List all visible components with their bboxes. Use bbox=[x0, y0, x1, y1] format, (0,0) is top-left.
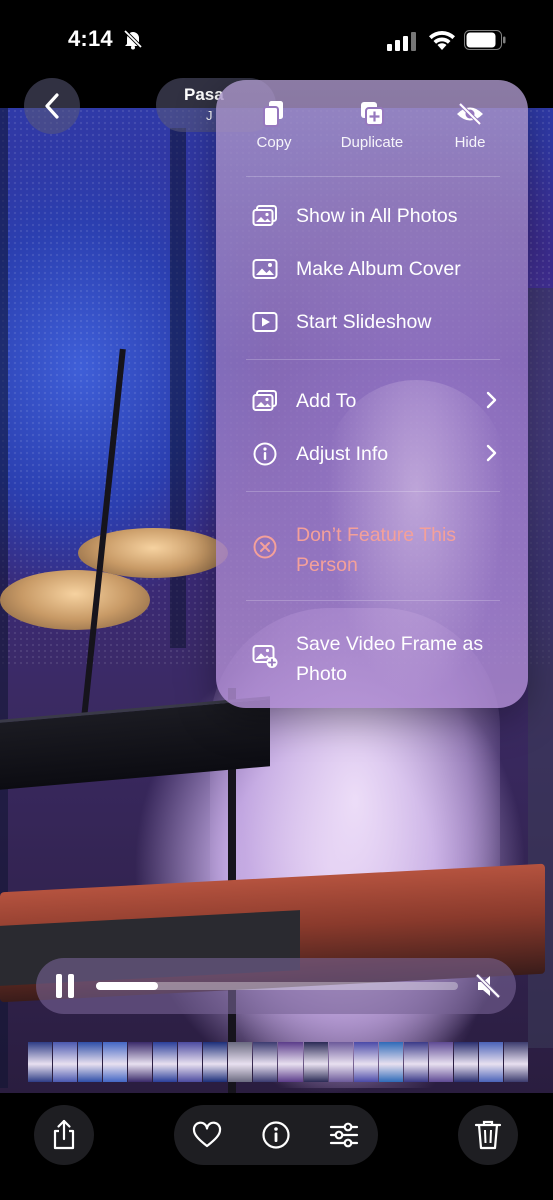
x-circle-icon bbox=[253, 535, 277, 559]
back-button[interactable] bbox=[24, 78, 80, 134]
copy-button[interactable]: Copy bbox=[229, 100, 319, 152]
info-circle-icon bbox=[253, 442, 277, 466]
menu-divider bbox=[246, 600, 500, 601]
photo-icon bbox=[252, 259, 278, 279]
menu-divider bbox=[246, 176, 500, 177]
playback-progress-track[interactable] bbox=[96, 982, 458, 990]
duplicate-label: Duplicate bbox=[340, 134, 404, 151]
filmstrip-frame bbox=[78, 1042, 103, 1082]
menu-divider bbox=[246, 491, 500, 492]
menu-item-dont-feature-person[interactable]: Don’t Feature This Person bbox=[216, 516, 528, 580]
copy-icon bbox=[263, 101, 283, 127]
menu-item-label: Add To bbox=[296, 390, 357, 412]
info-button[interactable] bbox=[260, 1119, 292, 1151]
copy-label: Copy bbox=[256, 134, 292, 151]
menu-item-show-in-all-photos[interactable]: Show in All Photos bbox=[216, 193, 528, 237]
filmstrip-frame bbox=[428, 1042, 453, 1082]
filmstrip-frame bbox=[203, 1042, 228, 1082]
chevron-right-icon bbox=[486, 391, 497, 409]
filmstrip-frame bbox=[153, 1042, 178, 1082]
chevron-left-icon bbox=[45, 93, 59, 119]
delete-button[interactable] bbox=[458, 1105, 518, 1165]
status-bar: 4:14 bbox=[0, 0, 553, 80]
menu-item-label: Save Video Frame as Photo bbox=[296, 633, 484, 685]
hide-icon bbox=[457, 102, 483, 126]
info-circle-icon bbox=[262, 1121, 290, 1149]
share-icon bbox=[53, 1119, 75, 1150]
menu-item-make-album-cover[interactable]: Make Album Cover bbox=[216, 246, 528, 290]
photo-add-icon bbox=[252, 645, 278, 668]
filmstrip-frame bbox=[503, 1042, 528, 1082]
playback-progress-fill bbox=[96, 982, 158, 990]
filmstrip-frame bbox=[378, 1042, 403, 1082]
trash-icon bbox=[474, 1120, 502, 1150]
filmstrip-frame bbox=[278, 1042, 303, 1082]
chevron-right-icon bbox=[486, 444, 497, 462]
cellular-signal-icon bbox=[387, 32, 416, 51]
duplicate-button[interactable]: Duplicate bbox=[327, 100, 417, 152]
filmstrip-frame bbox=[328, 1042, 353, 1082]
bell-off-icon bbox=[123, 29, 143, 50]
filmstrip-frame bbox=[253, 1042, 278, 1082]
photos-stack-icon bbox=[252, 390, 277, 411]
filmstrip-frame bbox=[228, 1042, 253, 1082]
menu-divider bbox=[246, 359, 500, 360]
quick-actions-row: Copy Duplicate Hide bbox=[216, 80, 528, 175]
menu-item-label: Show in All Photos bbox=[296, 205, 458, 227]
play-rectangle-icon bbox=[252, 312, 278, 332]
menu-item-start-slideshow[interactable]: Start Slideshow bbox=[216, 299, 528, 343]
cymbal bbox=[0, 570, 150, 630]
filmstrip-frame bbox=[103, 1042, 128, 1082]
pause-bar bbox=[56, 974, 62, 998]
menu-item-adjust-info[interactable]: Adjust Info bbox=[216, 431, 528, 475]
duplicate-icon bbox=[361, 102, 384, 126]
bottom-toolbar bbox=[0, 1093, 553, 1200]
filmstrip-frame bbox=[403, 1042, 428, 1082]
filmstrip-frame bbox=[28, 1042, 53, 1082]
pause-bar bbox=[68, 974, 74, 998]
filmstrip-frame bbox=[453, 1042, 478, 1082]
menu-item-add-to[interactable]: Add To bbox=[216, 378, 528, 422]
hide-label: Hide bbox=[454, 134, 486, 151]
video-filmstrip[interactable] bbox=[28, 1042, 528, 1082]
menu-item-label: Don’t Feature This Person bbox=[296, 524, 457, 576]
share-button[interactable] bbox=[34, 1105, 94, 1165]
battery-icon bbox=[464, 30, 506, 50]
hide-button[interactable]: Hide bbox=[425, 100, 515, 152]
menu-item-label: Adjust Info bbox=[296, 443, 389, 465]
menu-item-label: Start Slideshow bbox=[296, 311, 432, 333]
filmstrip-frame bbox=[353, 1042, 378, 1082]
filmstrip-frame bbox=[53, 1042, 78, 1082]
status-time: 4:14 bbox=[68, 26, 113, 51]
photos-stack-icon bbox=[252, 205, 277, 226]
filmstrip-frame bbox=[128, 1042, 153, 1082]
pause-button[interactable] bbox=[56, 974, 76, 998]
context-menu: Copy Duplicate Hide Show in All Photos M… bbox=[216, 80, 528, 708]
speaker-muted-icon[interactable] bbox=[474, 972, 502, 1000]
heart-icon bbox=[192, 1121, 222, 1148]
center-action-pill bbox=[174, 1105, 378, 1165]
filmstrip-frame bbox=[303, 1042, 328, 1082]
menu-item-label: Make Album Cover bbox=[296, 258, 461, 280]
wifi-icon bbox=[429, 30, 455, 50]
sliders-icon bbox=[329, 1122, 359, 1148]
menu-item-save-video-frame[interactable]: Save Video Frame as Photo bbox=[216, 625, 528, 689]
favorite-button[interactable] bbox=[191, 1119, 223, 1151]
filmstrip-frame bbox=[178, 1042, 203, 1082]
video-scrubber bbox=[36, 958, 516, 1014]
edit-button[interactable] bbox=[328, 1119, 360, 1151]
filmstrip-frame bbox=[478, 1042, 503, 1082]
